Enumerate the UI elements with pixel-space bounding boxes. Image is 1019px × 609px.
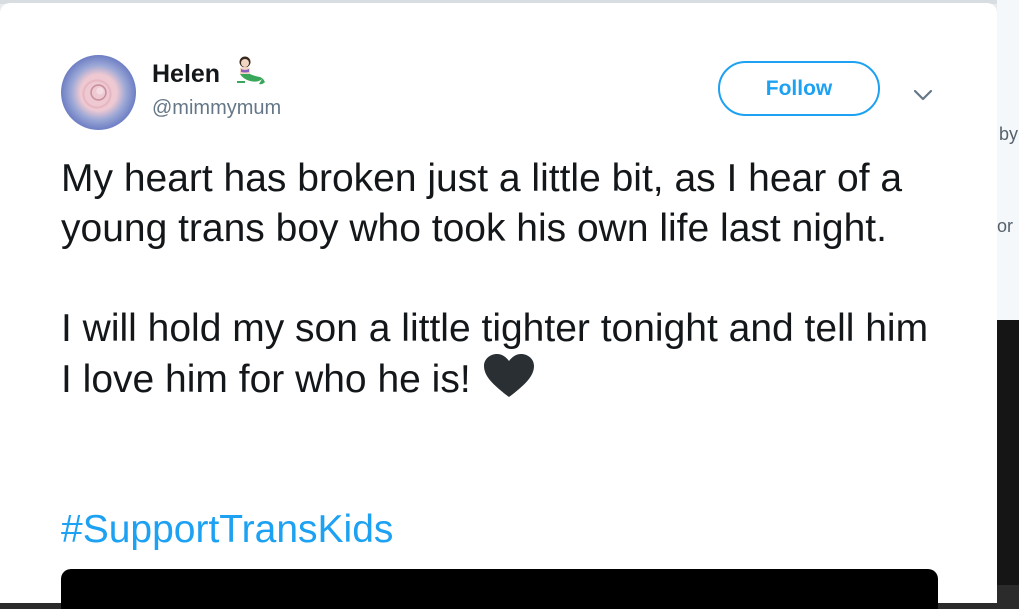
background-text-snippet: or bbox=[997, 216, 1014, 236]
tweet-media[interactable] bbox=[61, 569, 938, 609]
tweet-paragraph: I will hold my son a little tighter toni… bbox=[61, 304, 941, 405]
hashtag-link[interactable]: #SupportTransKids bbox=[61, 505, 393, 555]
background-right-edge: by or bbox=[997, 0, 1019, 320]
tweet-modal: Helen @mimmymum Follow My heart has brok… bbox=[0, 3, 997, 609]
follow-button[interactable]: Follow bbox=[718, 61, 880, 116]
chevron-down-icon[interactable] bbox=[910, 82, 936, 108]
handle[interactable]: @mimmymum bbox=[152, 97, 281, 120]
tweet-paragraph: My heart has broken just a little bit, a… bbox=[61, 157, 903, 250]
display-name[interactable]: Helen bbox=[152, 60, 220, 89]
background-text-snippet: by bbox=[999, 124, 1019, 144]
mermaid-emoji-icon bbox=[237, 56, 265, 85]
black-heart-icon bbox=[483, 354, 534, 397]
avatar[interactable] bbox=[61, 55, 136, 130]
tweet-text: My heart has broken just a little bit, a… bbox=[61, 154, 941, 405]
background-dark-area bbox=[997, 320, 1019, 585]
